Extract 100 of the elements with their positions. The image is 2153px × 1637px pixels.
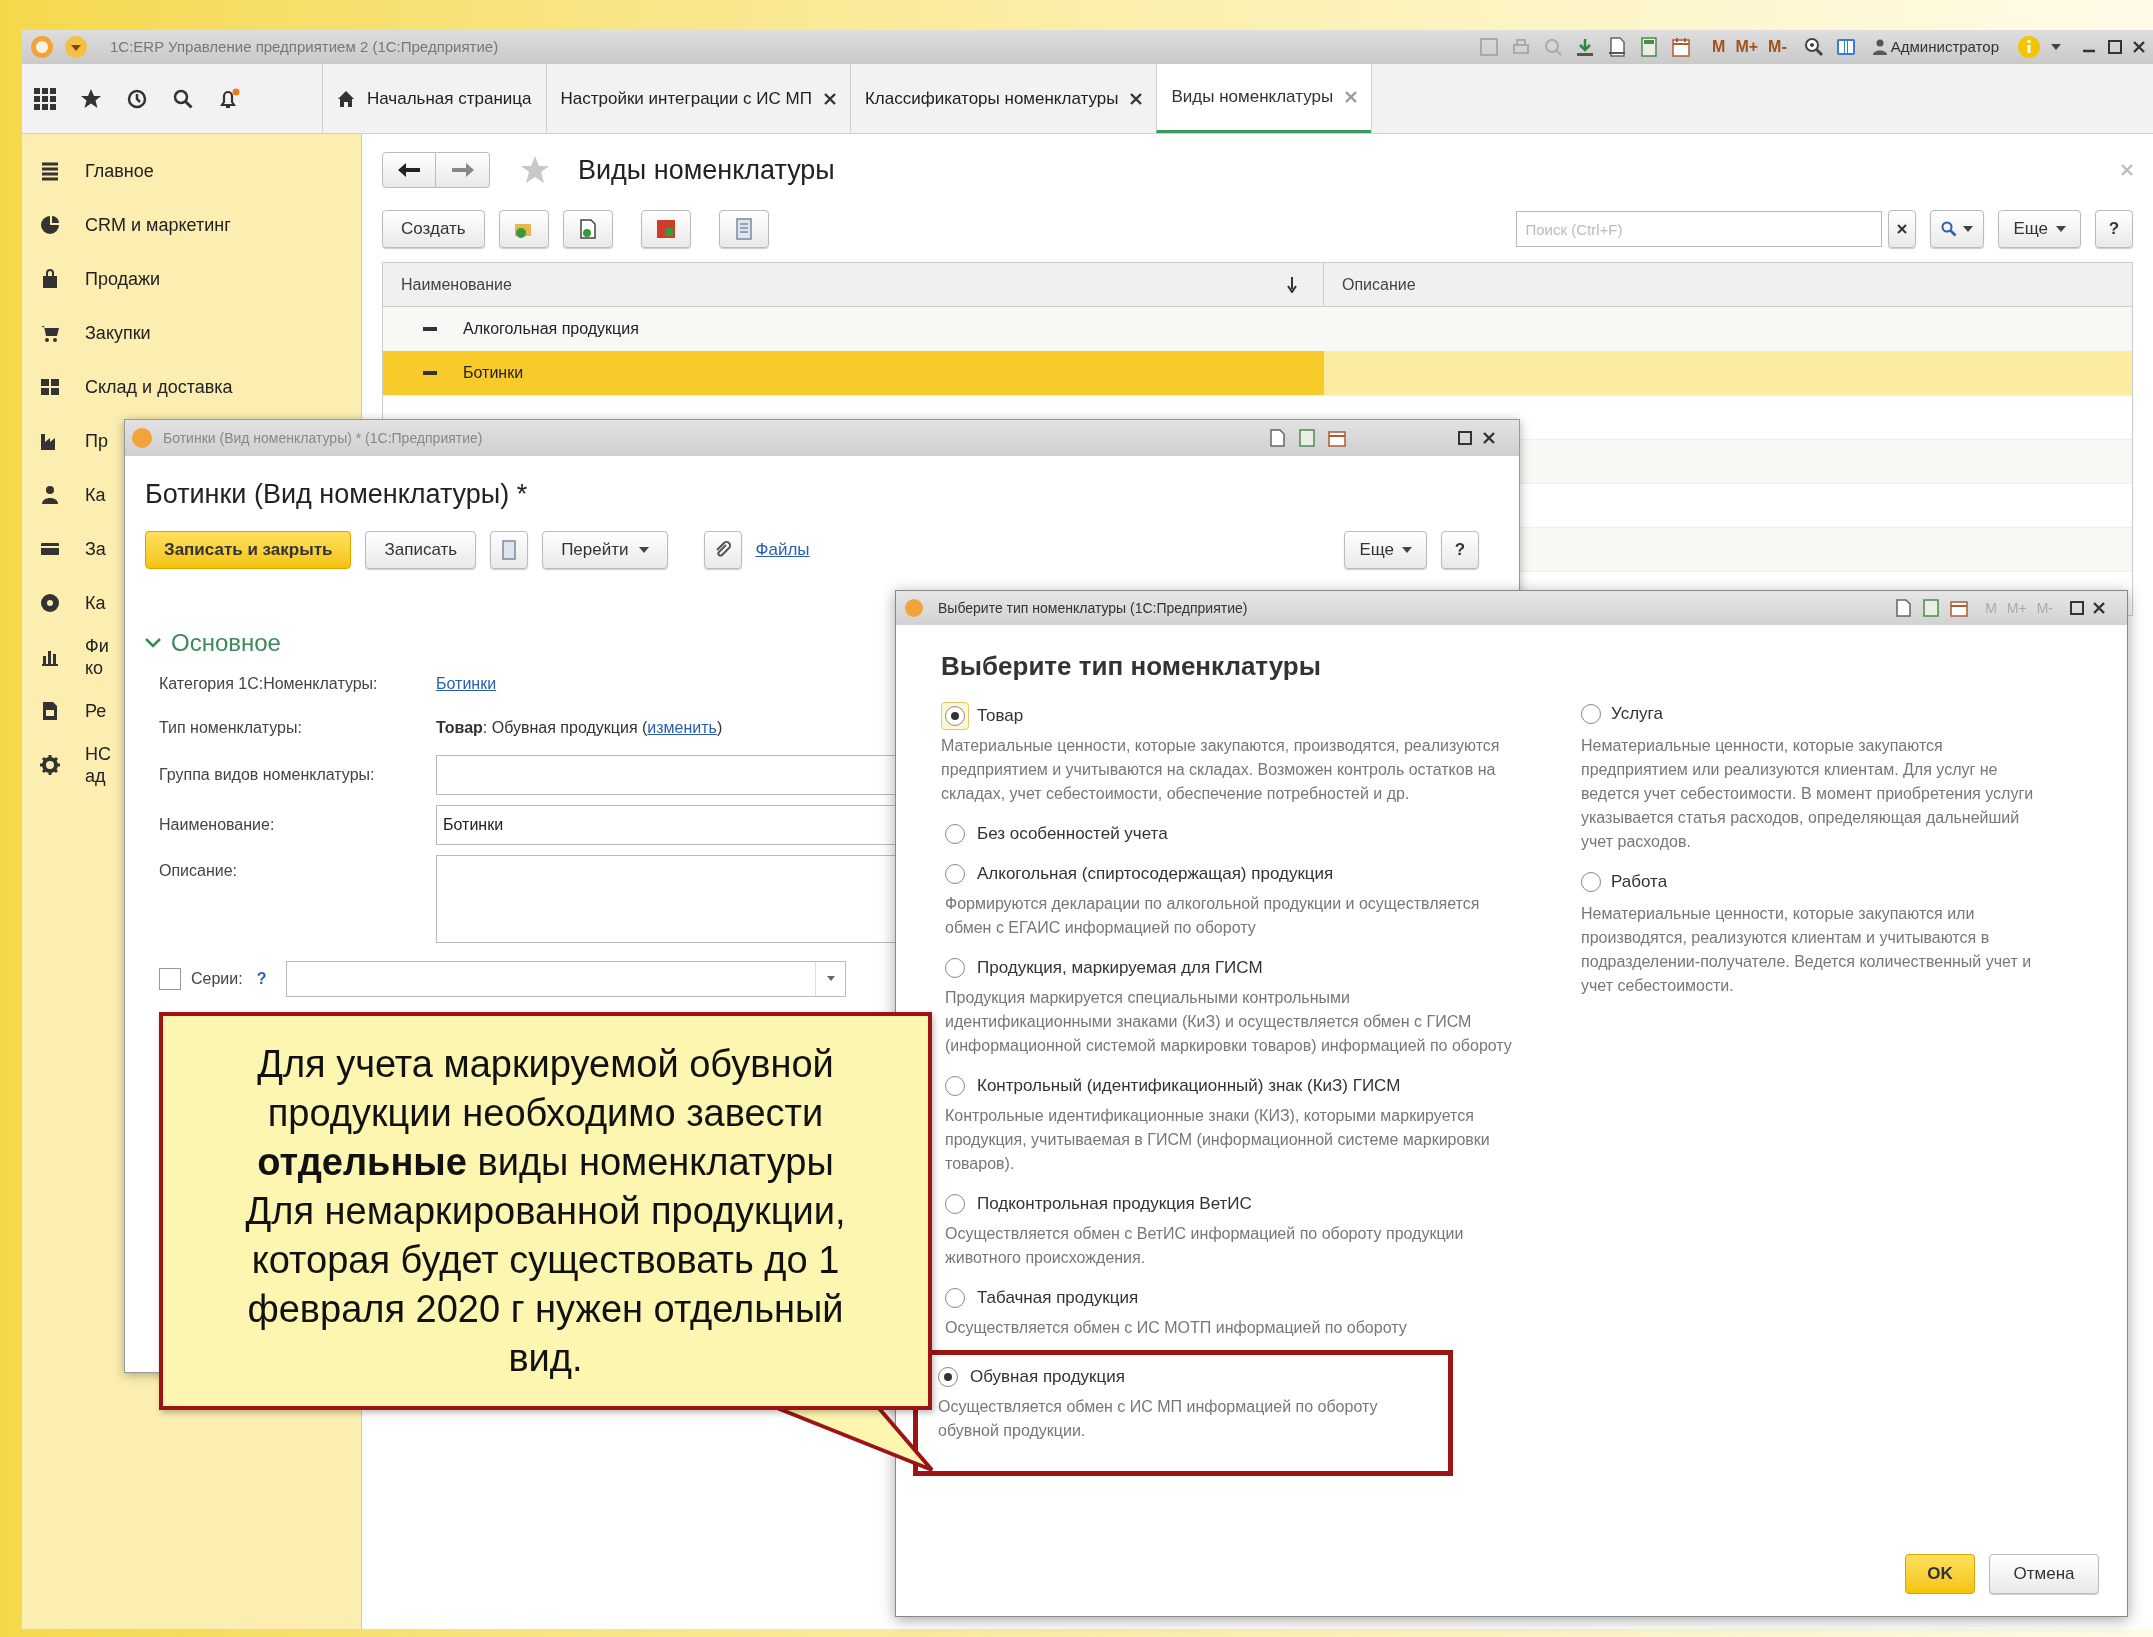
sidebar-item[interactable]: Склад и доставка: [40, 376, 233, 398]
arrow-right-icon: [451, 163, 474, 177]
sidebar-item[interactable]: Фи ко: [40, 635, 109, 679]
back-button[interactable]: [382, 152, 436, 188]
more-button[interactable]: Еще: [1998, 210, 2081, 248]
sidebar-item[interactable]: НС ад: [40, 743, 111, 787]
attach-button[interactable]: [703, 530, 742, 569]
user-menu[interactable]: Администратор: [1872, 35, 1999, 59]
save-button[interactable]: Записать: [365, 530, 477, 569]
zoom-icon[interactable]: [1802, 36, 1825, 58]
radio-button[interactable]: [945, 1288, 965, 1308]
tab[interactable]: Виды номенклатуры: [1156, 64, 1372, 133]
close-icon[interactable]: [2133, 41, 2145, 53]
table-row[interactable]: Ботинки: [383, 351, 2132, 395]
star-icon[interactable]: [80, 87, 102, 110]
clear-search-button[interactable]: [1888, 210, 1917, 248]
memory-button[interactable]: M: [1712, 35, 1726, 59]
radio-label[interactable]: Услуга: [1611, 702, 1663, 726]
bell-icon[interactable]: [218, 87, 240, 110]
sidebar-item[interactable]: Продажи: [40, 268, 161, 290]
list-settings-button[interactable]: [718, 210, 769, 248]
search-icon[interactable]: [172, 87, 194, 110]
delete-mark-button[interactable]: [640, 210, 691, 248]
radio-label[interactable]: Продукция, маркируемая для ГИСМ: [977, 956, 1263, 980]
window-title: Ботинки (Вид номенклатуры) * (1С:Предприятие): [163, 428, 483, 448]
radio-button[interactable]: [938, 1367, 958, 1387]
field-label: Группа видов номенклатуры:: [159, 764, 376, 785]
help-button[interactable]: ?: [2095, 210, 2133, 248]
add-folder-button[interactable]: [498, 210, 549, 248]
maximize-icon[interactable]: [1457, 430, 1473, 446]
document-icon[interactable]: [1893, 598, 1914, 618]
calendar-icon[interactable]: [1327, 428, 1347, 448]
section-header[interactable]: Основное: [145, 624, 281, 661]
sidebar-item[interactable]: Закупки: [40, 322, 151, 344]
apps-grid-icon[interactable]: [34, 87, 56, 110]
document-marked-icon: [654, 218, 677, 240]
radio-label[interactable]: Алкогольная (спиртосодержащая) продукция: [977, 862, 1334, 886]
close-icon[interactable]: [2093, 602, 2105, 614]
more-button[interactable]: Еще: [1344, 530, 1427, 569]
ok-button[interactable]: OK: [1905, 1554, 1975, 1594]
document-icon[interactable]: [1267, 428, 1287, 448]
radio-button[interactable]: [1581, 704, 1601, 724]
goto-button[interactable]: Перейти: [542, 530, 668, 569]
close-icon[interactable]: [1130, 92, 1143, 105]
radio-button[interactable]: [945, 1076, 965, 1096]
radio-label[interactable]: Табачная продукция: [977, 1286, 1139, 1310]
category-link[interactable]: Ботинки: [436, 671, 497, 696]
save-close-button[interactable]: Записать и закрыть: [145, 530, 352, 569]
radio-button[interactable]: [945, 1194, 965, 1214]
radio-label[interactable]: Контрольный (идентификационный) знак (КиЗ) ГИСМ: [977, 1074, 1401, 1098]
option-description: Продукция маркируется специальными контрольными идентификационными знаками (КиЗ) и осуществляется обмен с ГИСМ (информационной системой маркировки товаров) информацией по обороту: [945, 988, 1513, 1056]
calendar-icon[interactable]: [1670, 36, 1693, 58]
sidebar-item[interactable]: Ре: [40, 700, 107, 722]
dropdown-icon[interactable]: [64, 35, 88, 59]
sidebar-item[interactable]: Ка: [40, 592, 106, 614]
maximize-icon[interactable]: [2107, 39, 2123, 55]
history-icon[interactable]: [126, 87, 148, 110]
radio-label[interactable]: Обувная продукция: [970, 1365, 1125, 1389]
column-header[interactable]: Наименование: [401, 272, 512, 297]
search-icon: [1941, 221, 1958, 237]
search-field[interactable]: Поиск (Ctrl+F): [1516, 211, 1883, 247]
change-link[interactable]: изменить: [647, 718, 717, 736]
sidebar-item[interactable]: Пр: [40, 430, 108, 452]
calendar-icon[interactable]: [1949, 598, 1970, 618]
radio-label[interactable]: Товар: [977, 704, 1024, 728]
checkbox[interactable]: [159, 967, 181, 990]
radio-button[interactable]: [1581, 872, 1601, 892]
radio-button[interactable]: [945, 864, 965, 884]
help-button[interactable]: ?: [1441, 530, 1479, 569]
table-row[interactable]: Алкогольная продукция: [383, 307, 2132, 351]
cancel-button[interactable]: Отмена: [1989, 1554, 2099, 1594]
radio-label[interactable]: Подконтрольная продукция ВетИС: [977, 1192, 1252, 1216]
maximize-icon[interactable]: [2069, 600, 2085, 616]
sidebar-item[interactable]: CRM и маркетинг: [40, 214, 231, 236]
radio-button[interactable]: [945, 706, 965, 726]
search-button[interactable]: [1930, 210, 1985, 248]
radio-button[interactable]: [945, 824, 965, 844]
calculator-icon[interactable]: [1921, 598, 1942, 618]
files-link[interactable]: Файлы: [755, 536, 810, 563]
leaf-item-icon: [423, 371, 437, 375]
column-header[interactable]: Описание: [1342, 272, 1416, 297]
sidebar-item[interactable]: Ка: [40, 484, 106, 506]
memory-button[interactable]: M+: [1735, 35, 1759, 59]
calculator-icon[interactable]: [1297, 428, 1317, 448]
radio-label[interactable]: Работа: [1611, 870, 1668, 894]
close-icon[interactable]: [1483, 432, 1495, 444]
sidebar-item[interactable]: За: [40, 538, 106, 560]
caret-icon: [2051, 44, 2061, 50]
memory-button[interactable]: M-: [1768, 35, 1787, 59]
sidebar-item[interactable]: Главное: [40, 160, 154, 182]
document-button[interactable]: [490, 530, 529, 569]
window-title: 1С:ERP Управление предприятием 2 (1С:Предприятие): [110, 36, 499, 57]
close-icon[interactable]: [823, 92, 836, 105]
radio-button[interactable]: [945, 958, 965, 978]
panels-icon[interactable]: [1834, 36, 1857, 58]
help-link[interactable]: ?: [256, 966, 267, 991]
star-icon[interactable]: [520, 155, 550, 185]
create-button[interactable]: Создать: [382, 210, 485, 248]
copy-button[interactable]: [562, 210, 613, 248]
app-logo-icon: [904, 598, 924, 618]
